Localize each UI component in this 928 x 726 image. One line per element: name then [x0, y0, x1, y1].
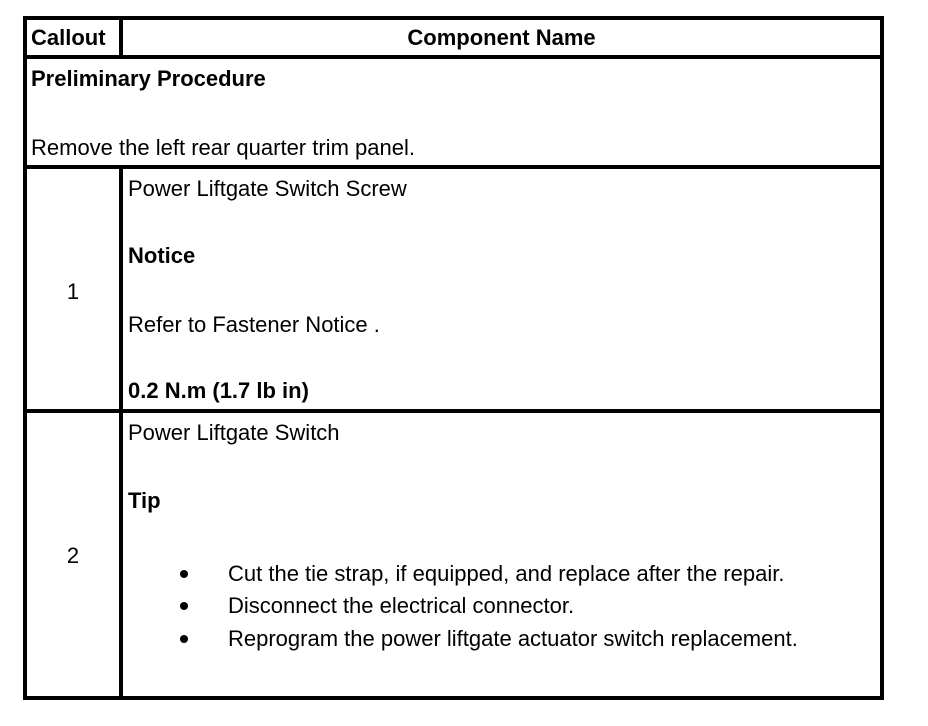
- table-border-bottom: [23, 696, 884, 700]
- row-2-component: Power Liftgate Switch: [128, 420, 340, 445]
- header-component-name: Component Name: [407, 25, 596, 50]
- row-1-notice-text: Refer to Fastener Notice .: [128, 312, 380, 337]
- row-2-callout: 2: [66, 543, 80, 568]
- table-border-top: [23, 16, 884, 20]
- row-2-tip-label: Tip: [128, 488, 161, 513]
- preliminary-text: Remove the left rear quarter trim panel.: [31, 135, 415, 160]
- row-divider: [23, 409, 884, 413]
- preliminary-title: Preliminary Procedure: [31, 66, 266, 91]
- table-border-right: [880, 16, 884, 700]
- tip-bullet-2: [180, 602, 188, 610]
- row-1-torque: 0.2 N.m (1.7 lb in): [128, 378, 309, 403]
- header-callout: Callout: [31, 25, 106, 50]
- tip-item-1: Cut the tie strap, if equipped, and repl…: [228, 561, 785, 586]
- header-divider: [23, 55, 884, 59]
- row-1-callout: 1: [66, 279, 80, 304]
- tip-bullet-3: [180, 635, 188, 643]
- table-border-left: [23, 16, 27, 700]
- tip-bullet-1: [180, 570, 188, 578]
- procedure-table: Callout Component Name Preliminary Proce…: [23, 16, 884, 700]
- body-column-divider: [119, 165, 123, 700]
- tip-item-2: Disconnect the electrical connector.: [228, 593, 575, 618]
- row-1-component: Power Liftgate Switch Screw: [128, 176, 407, 201]
- row-1-notice-label: Notice: [128, 243, 196, 268]
- preliminary-divider: [23, 165, 884, 169]
- tip-item-3: Reprogram the power liftgate actuator sw…: [228, 626, 798, 651]
